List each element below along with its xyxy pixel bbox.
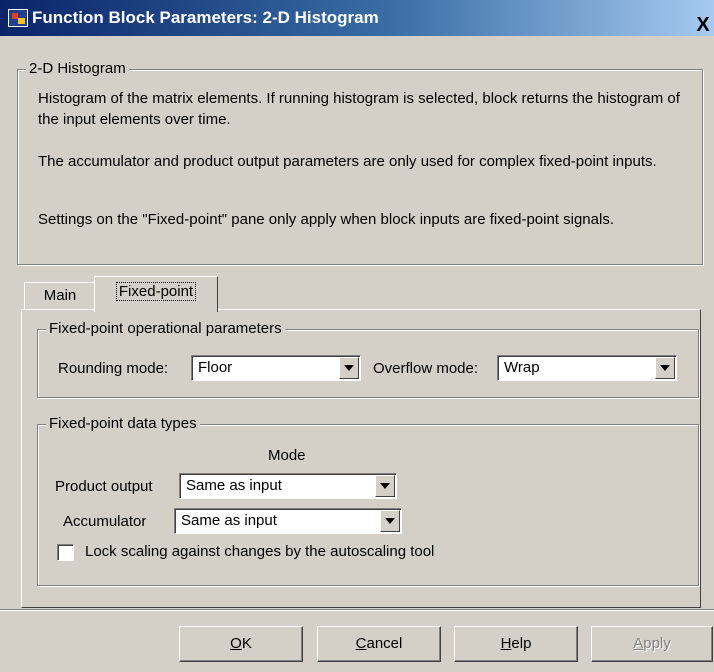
overflow-mode-value: Wrap bbox=[504, 359, 540, 376]
cancel-button[interactable]: Cancel bbox=[317, 626, 441, 662]
chevron-down-icon[interactable] bbox=[380, 510, 400, 532]
dialog-separator-highlight bbox=[0, 610, 714, 611]
chevron-down-icon[interactable] bbox=[375, 475, 395, 497]
product-output-value: Same as input bbox=[186, 477, 282, 494]
help-label-rest: elp bbox=[511, 635, 532, 652]
window-title: Function Block Parameters: 2-D Histogram bbox=[32, 8, 379, 27]
operational-group-title: Fixed-point operational parameters bbox=[46, 320, 285, 337]
tab-fixed-point-label: Fixed-point bbox=[115, 282, 197, 301]
description-paragraph: Histogram of the matrix elements. If run… bbox=[38, 90, 680, 128]
title-bar[interactable]: Function Block Parameters: 2-D Histogram… bbox=[0, 0, 714, 36]
simulink-block-icon bbox=[8, 9, 28, 27]
chevron-down-icon[interactable] bbox=[339, 357, 359, 379]
accumulator-label: Accumulator bbox=[63, 513, 147, 530]
help-button[interactable]: Help bbox=[454, 626, 578, 662]
tab-main-label: Main bbox=[43, 287, 77, 304]
overflow-mode-label: Overflow mode: bbox=[373, 360, 479, 377]
mode-column-header: Mode bbox=[268, 447, 306, 464]
apply-label-rest: pply bbox=[643, 635, 671, 652]
tab-fixed-point[interactable]: Fixed-point bbox=[94, 276, 218, 312]
data-types-group: Fixed-point data types bbox=[37, 415, 699, 586]
close-button[interactable]: X bbox=[692, 14, 714, 36]
description-group: 2-D Histogram Histogram of the matrix el… bbox=[17, 60, 703, 265]
lock-scaling-label[interactable]: Lock scaling against changes by the auto… bbox=[85, 543, 434, 560]
product-output-label: Product output bbox=[55, 478, 153, 495]
cancel-mnemonic: C bbox=[355, 635, 367, 652]
description-group-title: 2-D Histogram bbox=[26, 60, 129, 77]
ok-button[interactable]: OK bbox=[179, 626, 303, 662]
accumulator-select[interactable]: Same as input bbox=[174, 508, 402, 534]
accumulator-value: Same as input bbox=[181, 512, 277, 529]
rounding-mode-label: Rounding mode: bbox=[58, 360, 169, 377]
ok-mnemonic: O bbox=[230, 635, 242, 652]
help-mnemonic: H bbox=[500, 635, 512, 652]
lock-scaling-checkbox[interactable] bbox=[57, 544, 74, 561]
rounding-mode-value: Floor bbox=[198, 359, 233, 376]
description-paragraph: The accumulator and product output param… bbox=[38, 153, 657, 170]
apply-mnemonic: A bbox=[633, 635, 644, 652]
overflow-mode-select[interactable]: Wrap bbox=[497, 355, 677, 381]
chevron-down-icon[interactable] bbox=[655, 357, 675, 379]
product-output-select[interactable]: Same as input bbox=[179, 473, 397, 499]
ok-label-rest: K bbox=[241, 635, 252, 652]
apply-button[interactable]: Apply bbox=[591, 626, 713, 662]
rounding-mode-select[interactable]: Floor bbox=[191, 355, 361, 381]
data-types-group-title: Fixed-point data types bbox=[46, 415, 200, 432]
description-paragraph: Settings on the "Fixed-point" pane only … bbox=[38, 211, 614, 228]
cancel-label-rest: ancel bbox=[366, 635, 403, 652]
tab-main[interactable]: Main bbox=[24, 282, 96, 310]
